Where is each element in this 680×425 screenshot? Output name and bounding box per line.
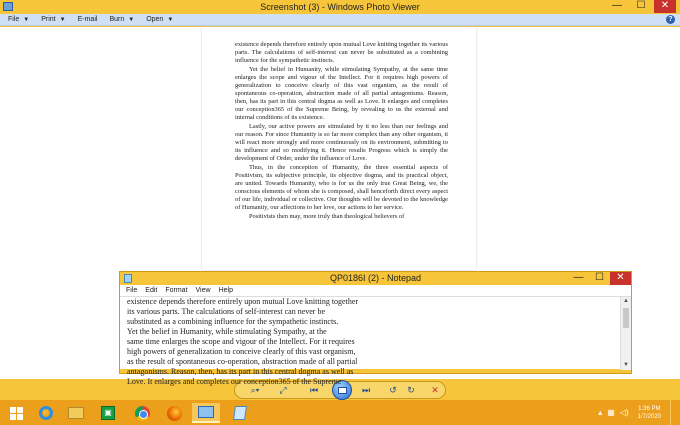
scroll-down-icon[interactable]: ▼ xyxy=(621,361,631,370)
scroll-thumb[interactable] xyxy=(623,308,629,328)
notepad-close-button[interactable]: ✕ xyxy=(610,272,631,285)
menu-print[interactable]: Print ▼ xyxy=(41,16,65,23)
notepad-window: QP0186I (2) - Notepad — ☐ ✕ File Edit Fo… xyxy=(119,271,632,386)
windows-logo-icon xyxy=(9,406,23,420)
notepad-maximize-button[interactable]: ☐ xyxy=(589,272,610,285)
help-icon[interactable]: ? xyxy=(666,15,675,24)
menu-open-label: Open xyxy=(146,16,164,23)
start-button[interactable] xyxy=(2,403,30,423)
close-button[interactable]: ✕ xyxy=(654,0,676,13)
menu-email[interactable]: E-mail xyxy=(78,16,98,23)
notepad-text-area[interactable]: existence depends therefore entirely upo… xyxy=(120,296,631,386)
scroll-up-icon[interactable]: ▲ xyxy=(621,297,631,306)
taskbar-chrome[interactable] xyxy=(128,403,156,423)
minimize-button[interactable]: — xyxy=(606,0,628,13)
menu-burn[interactable]: Burn ▼ xyxy=(109,16,134,23)
notepad-menubar: File Edit Format View Help xyxy=(120,285,631,296)
doc-paragraph: Yet the belief in Humanity, while stimul… xyxy=(235,66,448,121)
notepad-title: QP0186I (2) - Notepad xyxy=(329,273,422,283)
maximize-button[interactable]: ☐ xyxy=(630,0,652,13)
doc-paragraph: Lastly, our active powers are stimulated… xyxy=(235,123,448,162)
photo-viewer-title: Screenshot (3) - Windows Photo Viewer xyxy=(260,2,420,12)
taskbar-file-explorer[interactable] xyxy=(62,403,90,423)
notepad-menu-view[interactable]: View xyxy=(196,287,211,294)
show-desktop-button[interactable] xyxy=(670,400,674,425)
menu-open[interactable]: Open ▼ xyxy=(146,16,173,23)
chevron-down-icon: ▼ xyxy=(59,16,66,23)
vertical-scrollbar[interactable]: ▲ ▼ xyxy=(620,297,631,370)
menu-file[interactable]: File ▼ xyxy=(8,16,29,23)
menu-burn-label: Burn xyxy=(109,16,125,23)
photo-viewer-app-icon xyxy=(3,2,13,11)
system-tray: ▴ ▦ ◁) 1:36 PM 1/7/2020 xyxy=(598,400,680,425)
notepad-minimize-button[interactable]: — xyxy=(568,272,589,285)
volume-icon[interactable]: ◁) xyxy=(620,408,629,417)
taskbar: e ▣ ▴ ▦ ◁) 1:36 PM 1/7/2020 xyxy=(0,400,680,425)
chevron-down-icon: ▼ xyxy=(23,16,30,23)
notepad-app-icon xyxy=(124,274,132,283)
menu-email-label: E-mail xyxy=(77,16,98,23)
internet-explorer-icon: e xyxy=(39,406,53,420)
photo-viewer-icon xyxy=(198,406,214,418)
menu-print-label: Print xyxy=(41,16,56,23)
notepad-menu-edit[interactable]: Edit xyxy=(145,287,157,294)
network-icon[interactable]: ▦ xyxy=(607,408,615,417)
clock-time: 1:36 PM xyxy=(638,405,661,412)
chrome-icon xyxy=(134,405,150,421)
photo-viewer-titlebar[interactable]: Screenshot (3) - Windows Photo Viewer — … xyxy=(0,0,680,14)
doc-paragraph: existence depends therefore entirely upo… xyxy=(235,41,448,64)
taskbar-notepad[interactable] xyxy=(226,403,254,423)
taskbar-internet-explorer[interactable]: e xyxy=(32,403,60,423)
folder-icon xyxy=(68,407,84,419)
notepad-menu-file[interactable]: File xyxy=(126,287,137,294)
clock-date: 1/7/2020 xyxy=(637,413,661,420)
taskbar-store[interactable]: ▣ xyxy=(94,403,122,423)
document-image: existence depends therefore entirely upo… xyxy=(202,27,476,270)
taskbar-firefox[interactable] xyxy=(160,403,188,423)
notepad-titlebar[interactable]: QP0186I (2) - Notepad — ☐ ✕ xyxy=(120,272,631,285)
doc-paragraph: Positivists then may, more truly than th… xyxy=(249,213,405,220)
taskbar-photo-viewer[interactable] xyxy=(192,403,220,423)
notepad-content[interactable]: existence depends therefore entirely upo… xyxy=(127,297,617,387)
store-icon: ▣ xyxy=(101,406,115,420)
notepad-icon xyxy=(233,406,247,420)
doc-paragraph: Thus, in the conception of Humanity, the… xyxy=(235,164,448,211)
notepad-menu-help[interactable]: Help xyxy=(219,287,233,294)
menu-file-label: File xyxy=(8,16,20,23)
slideshow-icon xyxy=(338,387,347,394)
chevron-down-icon: ▼ xyxy=(128,16,135,23)
clock[interactable]: 1:36 PM 1/7/2020 xyxy=(638,405,661,421)
photo-viewer-menubar: File ▼ Print ▼ E-mail Burn ▼ Open ▼ ? xyxy=(0,14,680,26)
firefox-icon xyxy=(166,405,182,421)
notepad-menu-format[interactable]: Format xyxy=(165,287,187,294)
chevron-down-icon: ▼ xyxy=(167,16,174,23)
tray-chevron-icon[interactable]: ▴ xyxy=(598,408,602,417)
